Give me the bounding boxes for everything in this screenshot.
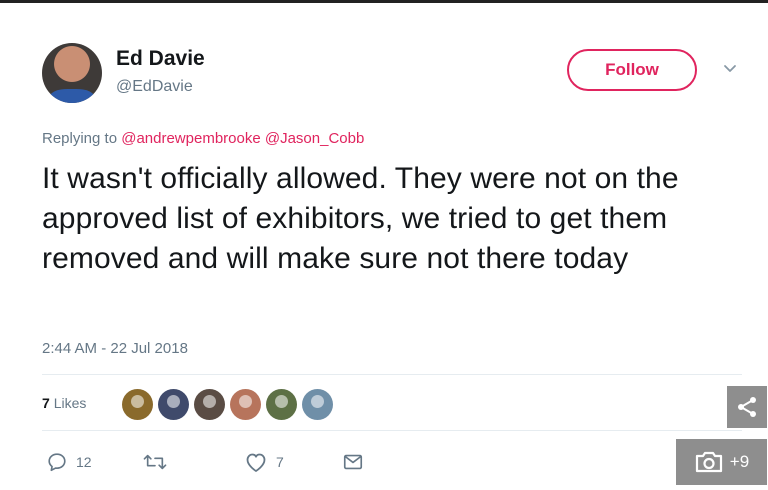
replying-to-label: Replying to [42, 130, 118, 147]
chevron-down-icon[interactable] [722, 61, 738, 77]
heart-icon [246, 453, 266, 472]
like-count: 7 [276, 454, 284, 470]
camera-icon [695, 451, 722, 473]
tweet-actions: 12 7 [42, 451, 442, 475]
share-icon [738, 397, 756, 417]
mention-link-1[interactable]: @andrewpembrooke [121, 130, 260, 147]
tweet-timestamp[interactable]: 2:44 AM - 22 Jul 2018 [42, 340, 188, 357]
direct-message-button[interactable] [342, 451, 364, 473]
tweet-text: It wasn't officially allowed. They were … [42, 162, 679, 275]
divider [42, 430, 742, 431]
replying-to-line: Replying to @andrewpembrooke @Jason_Cobb [42, 130, 364, 147]
liker-avatar[interactable] [302, 389, 333, 420]
reply-icon [48, 453, 66, 472]
author-avatar[interactable] [42, 43, 102, 103]
liker-avatar[interactable] [230, 389, 261, 420]
envelope-icon [343, 454, 363, 470]
likers-avatar-row [122, 389, 333, 420]
reply-button[interactable]: 12 [46, 451, 92, 473]
share-button[interactable] [727, 386, 767, 428]
follow-button[interactable]: Follow [567, 49, 697, 91]
retweet-button[interactable] [142, 451, 176, 473]
reply-count: 12 [76, 454, 92, 470]
author-handle[interactable]: @EdDavie [116, 78, 193, 96]
retweet-icon [143, 454, 167, 470]
divider [42, 374, 742, 375]
liker-avatar[interactable] [266, 389, 297, 420]
tweet-card: Ed Davie @EdDavie Follow Replying to @an… [0, 3, 768, 490]
liker-avatar[interactable] [158, 389, 189, 420]
gallery-count: +9 [729, 452, 750, 471]
liker-avatar[interactable] [194, 389, 225, 420]
mention-link-2[interactable]: @Jason_Cobb [265, 130, 364, 147]
likes-summary[interactable]: 7 Likes [42, 395, 86, 411]
like-button[interactable]: 7 [244, 451, 284, 473]
likes-label: Likes [53, 395, 87, 411]
author-display-name[interactable]: Ed Davie [116, 47, 205, 71]
photo-gallery-button[interactable]: +9 [676, 439, 767, 485]
likes-count: 7 [42, 395, 50, 411]
liker-avatar[interactable] [122, 389, 153, 420]
